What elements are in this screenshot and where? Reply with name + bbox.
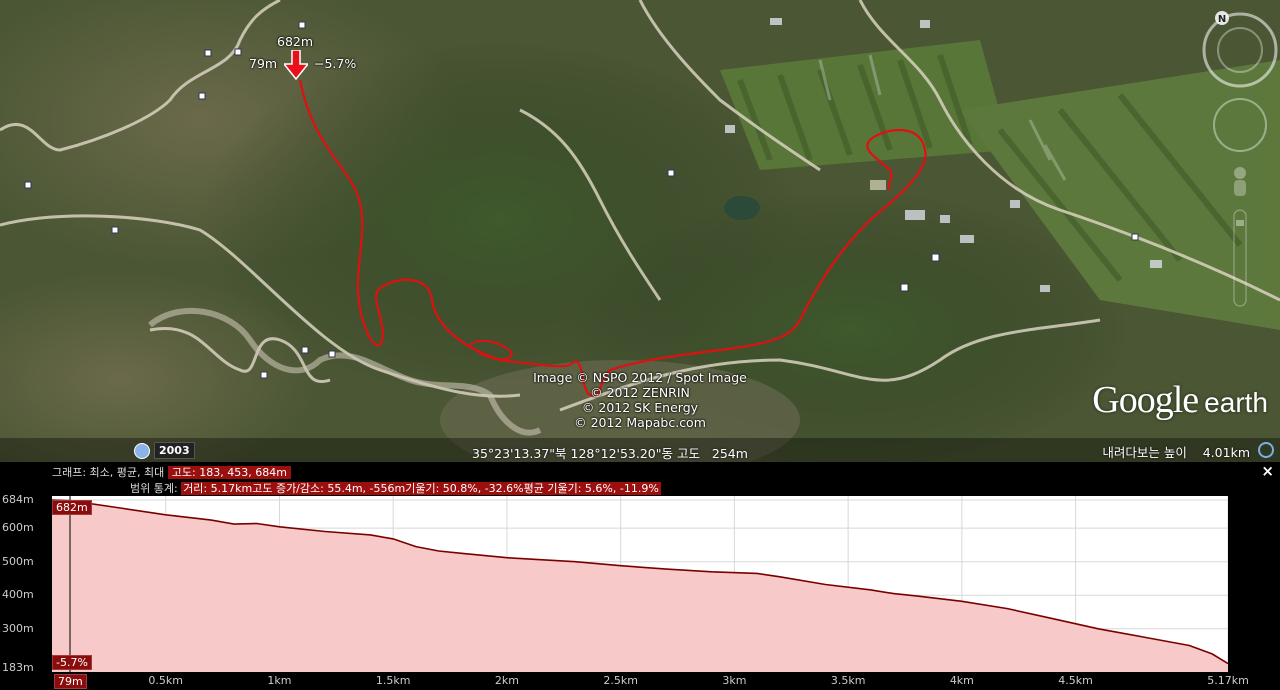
clock-icon[interactable] xyxy=(134,442,150,459)
map-view[interactable]: 682m 79m −5.7% Image © NSPO 2012 / Spot … xyxy=(0,0,1280,462)
y-tick-label: 300m xyxy=(2,621,34,635)
navigation-controls[interactable]: N xyxy=(1200,10,1278,314)
cursor-coordinates: 35°23'13.37"북 128°12'53.20"동 고도 254m xyxy=(472,446,748,461)
range-stats-values: 거리: 5.17km고도 증가/감소: 55.4m, -556m기울기: 50.… xyxy=(181,482,661,495)
graph-summary: 그래프: 최소, 평균, 최대 고도: 183, 453, 684m xyxy=(52,464,291,480)
google-earth-logo: Google earth xyxy=(1092,379,1268,421)
x-tick-label: 2km xyxy=(494,674,519,687)
elevation-chart[interactable] xyxy=(52,496,1228,672)
y-tick-label: 684m xyxy=(2,493,34,506)
street-view-pegman-icon[interactable] xyxy=(1234,167,1246,196)
marker-grade: −5.7% xyxy=(314,56,357,71)
eye-altitude: 내려다보는 높이 4.01km xyxy=(1102,445,1250,460)
y-tick-label: 500m xyxy=(2,554,34,568)
y-tick-label: 400m xyxy=(2,588,34,602)
x-tick-label: 0.5km xyxy=(148,674,184,687)
zoom-slider[interactable] xyxy=(1233,209,1247,307)
streaming-indicator-icon xyxy=(1258,442,1274,458)
imagery-year: 2003 xyxy=(154,442,195,459)
cursor-grade-tag: -5.7% xyxy=(52,655,92,670)
credit-line: © 2012 Mapabc.com xyxy=(574,415,706,430)
cursor-distance-tag: 79m xyxy=(54,674,87,689)
x-tick-label: 3.5km xyxy=(830,674,866,687)
marker-distance: 79m xyxy=(249,56,278,71)
y-tick-label: 600m xyxy=(2,521,34,535)
imagery-credits: Image © NSPO 2012 / Spot Image © 2012 ZE… xyxy=(520,370,760,430)
x-tick-label: 4.5km xyxy=(1058,674,1093,687)
elevation-summary: 고도: 183, 453, 684m xyxy=(167,466,291,479)
position-arrow-icon[interactable] xyxy=(284,50,308,80)
look-joystick[interactable] xyxy=(1213,98,1267,152)
marker-elevation: 682m xyxy=(277,34,314,49)
x-tick-label: 3km xyxy=(722,674,747,687)
credit-line: © 2012 ZENRIN xyxy=(590,385,690,400)
pond xyxy=(724,196,760,220)
compass-ring[interactable]: N xyxy=(1202,11,1278,88)
credit-line: Image © NSPO 2012 / Spot Image xyxy=(533,370,747,385)
x-tick-label: 1.5km xyxy=(375,674,411,687)
cursor-elevation-tag: 682m xyxy=(52,500,92,515)
x-tick-label: 2.5km xyxy=(603,674,638,687)
close-profile-button[interactable]: × xyxy=(1261,462,1274,480)
historical-imagery[interactable]: 2003 xyxy=(134,442,195,459)
x-tick-label: 4km xyxy=(949,674,974,687)
x-tick-label: 1km xyxy=(267,674,292,687)
y-tick-label: 183m xyxy=(2,661,34,674)
range-stats: 범위 통계: 거리: 5.17km고도 증가/감소: 55.4m, -556m기… xyxy=(130,482,661,495)
x-tick-label: 5.17km xyxy=(1207,674,1249,687)
north-indicator: N xyxy=(1218,14,1226,25)
credit-line: © 2012 SK Energy xyxy=(581,400,699,415)
